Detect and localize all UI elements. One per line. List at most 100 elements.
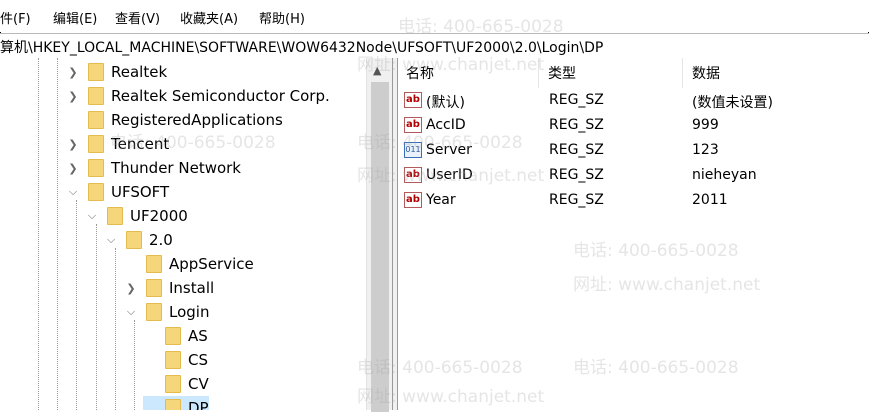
chevron-placeholder <box>143 329 157 343</box>
folder-open-icon <box>126 231 142 249</box>
binary-value-icon: 011 <box>404 142 422 158</box>
tree-item-thunder-network[interactable]: ❯ Thunder Network <box>66 156 241 180</box>
tree-guide-line <box>57 58 59 410</box>
value-type: REG_SZ <box>549 142 604 158</box>
chevron-right-icon[interactable]: ❯ <box>66 65 80 79</box>
folder-icon <box>88 111 104 129</box>
tree-item-label: DP <box>188 399 209 410</box>
tree-item-realtek[interactable]: ❯ Realtek <box>66 60 167 84</box>
menu-edit[interactable]: 编辑(E) <box>53 8 97 27</box>
tree-item-cv[interactable]: CV <box>143 372 209 396</box>
column-divider[interactable] <box>682 58 683 88</box>
value-row[interactable]: ab AccID REG_SZ 999 <box>398 113 869 138</box>
chevron-down-icon[interactable]: ⌵ <box>85 209 99 223</box>
folder-icon <box>88 135 104 153</box>
folder-icon <box>88 87 104 105</box>
value-row[interactable]: ab UserID REG_SZ nieheyan <box>398 163 869 188</box>
value-name: UserID <box>426 167 473 183</box>
key-tree-pane: ❯ Realtek ❯ Realtek Semiconductor Corp. … <box>0 58 392 410</box>
menu-help[interactable]: 帮助(H) <box>259 8 305 27</box>
value-name: (默认) <box>426 95 465 111</box>
menu-view[interactable]: 查看(V) <box>115 8 160 27</box>
value-type: REG_SZ <box>549 92 604 108</box>
tree-item-label: UF2000 <box>130 207 188 225</box>
chevron-placeholder <box>124 257 138 271</box>
folder-open-icon <box>88 183 104 201</box>
tree-item-login[interactable]: ⌵ Login <box>124 300 209 324</box>
scroll-up-arrow-icon[interactable]: ▲ <box>373 64 381 77</box>
menu-file[interactable]: 件(F) <box>0 8 31 27</box>
value-data: 123 <box>692 142 719 158</box>
chevron-down-icon[interactable]: ⌵ <box>104 233 118 247</box>
string-value-icon: ab <box>404 167 422 183</box>
tree-item-ufsoft[interactable]: ⌵ UFSOFT <box>66 180 169 204</box>
menu-favorites[interactable]: 收藏夹(A) <box>180 8 238 27</box>
address-path[interactable]: 算机\HKEY_LOCAL_MACHINE\SOFTWARE\WOW6432No… <box>0 37 603 57</box>
column-header-type[interactable]: 类型 <box>548 58 576 88</box>
value-data: 2011 <box>692 192 728 208</box>
string-value-icon: ab <box>404 117 422 133</box>
tree-item-label: AppService <box>169 255 254 273</box>
tree-item-install[interactable]: ❯ Install <box>124 276 214 300</box>
chevron-placeholder <box>143 353 157 367</box>
value-name: AccID <box>426 117 466 133</box>
folder-icon <box>165 327 181 345</box>
folder-open-icon <box>107 207 123 225</box>
string-value-icon: ab <box>404 92 422 108</box>
tree-guide-line <box>96 224 98 410</box>
value-row[interactable]: ab Year REG_SZ 2011 <box>398 188 869 213</box>
scrollbar-thumb[interactable] <box>371 82 389 412</box>
folder-icon <box>165 351 181 369</box>
value-name: Server <box>426 142 472 158</box>
column-divider[interactable] <box>538 58 539 88</box>
column-header-label: 名称 <box>406 66 434 82</box>
string-value-icon: ab <box>404 192 422 208</box>
tree-item-cs[interactable]: CS <box>143 348 208 372</box>
chevron-right-icon[interactable]: ❯ <box>66 89 80 103</box>
tree-item-as[interactable]: AS <box>143 324 208 348</box>
value-type: REG_SZ <box>549 117 604 133</box>
value-data: 999 <box>692 117 719 133</box>
chevron-down-icon[interactable]: ⌵ <box>66 185 80 199</box>
tree-scrollbar[interactable]: ▲ <box>366 58 393 412</box>
tree-guide-line <box>76 200 78 410</box>
chevron-right-icon[interactable]: ❯ <box>124 281 138 295</box>
value-type: REG_SZ <box>549 192 604 208</box>
tree-item-appservice[interactable]: AppService <box>124 252 254 276</box>
folder-icon <box>88 63 104 81</box>
tree-item-label: RegisteredApplications <box>111 111 283 129</box>
address-bar[interactable]: 算机\HKEY_LOCAL_MACHINE\SOFTWARE\WOW6432No… <box>0 33 869 59</box>
value-data: (数值未设置) <box>692 95 773 111</box>
column-header-label: 类型 <box>548 66 576 82</box>
folder-icon <box>165 375 181 393</box>
value-type: REG_SZ <box>549 167 604 183</box>
tree-guide-line <box>134 320 136 410</box>
chevron-right-icon[interactable]: ❯ <box>66 137 80 151</box>
column-header-data[interactable]: 数据 <box>692 58 720 88</box>
tree-item-tencent[interactable]: ❯ Tencent <box>66 132 169 156</box>
menu-bar: 件(F) 编辑(E) 查看(V) 收藏夹(A) 帮助(H) <box>0 0 869 32</box>
chevron-down-icon[interactable]: ⌵ <box>124 305 138 319</box>
column-header-label: 数据 <box>692 66 720 82</box>
tree-item-realtek-semiconductor[interactable]: ❯ Realtek Semiconductor Corp. <box>66 84 330 108</box>
tree-item-uf2000[interactable]: ⌵ UF2000 <box>85 204 188 228</box>
value-data: nieheyan <box>692 167 757 183</box>
tree-item-label: Thunder Network <box>111 159 241 177</box>
tree-guide-line <box>115 248 117 410</box>
tree-item-2-0[interactable]: ⌵ 2.0 <box>104 228 173 252</box>
chevron-placeholder <box>143 377 157 391</box>
chevron-placeholder <box>66 113 80 127</box>
tree-item-label: Install <box>169 279 215 297</box>
tree-guide-line <box>38 58 40 410</box>
column-header-name[interactable]: 名称 <box>406 58 434 88</box>
folder-open-icon <box>146 303 162 321</box>
tree-item-registeredapplications[interactable]: RegisteredApplications <box>66 108 283 132</box>
tree-item-label: 2.0 <box>149 231 173 249</box>
chevron-right-icon[interactable]: ❯ <box>66 161 80 175</box>
tree-item-label: UFSOFT <box>111 183 170 201</box>
value-row[interactable]: ab (默认) REG_SZ (数值未设置) <box>398 88 869 113</box>
tree-item-dp-selected[interactable]: DP <box>143 396 209 410</box>
value-row[interactable]: 011 Server REG_SZ 123 <box>398 138 869 163</box>
folder-icon <box>88 159 104 177</box>
tree-item-label: Login <box>169 303 210 321</box>
